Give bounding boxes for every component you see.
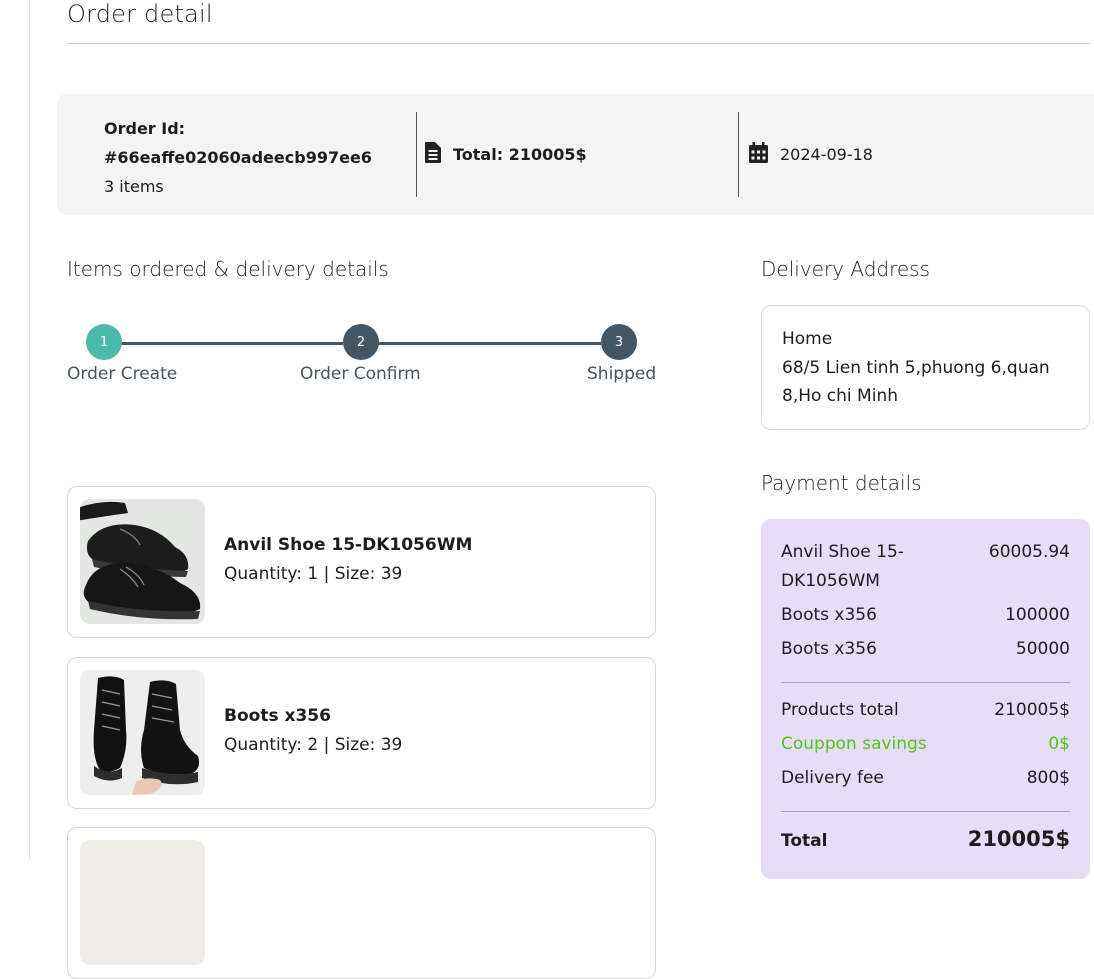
title-divider [67,43,1090,44]
step-2-circle: 2 [343,324,379,360]
products-total-row: Products total 210005$ [781,696,1070,725]
order-summary-bar: Order Id: #66eaffe02060adeecb997ee6 3 it… [57,94,1094,215]
products-total-value: 210005$ [994,700,1070,720]
payment-line-name: Boots x356 [781,639,877,659]
calendar-icon [749,142,768,167]
payment-line: Anvil Shoe 15-DK1056WM 60005.94 [781,538,1070,596]
grand-total-row: Total 210005$ [781,825,1070,856]
step-number: 3 [614,334,624,350]
page-title: Order detail [67,0,213,28]
step-number: 2 [356,334,366,350]
order-item-card[interactable]: Boots x356 Quantity: 2 | Size: 39 [67,657,656,809]
step-2-label: Order Confirm [300,364,421,384]
delivery-address-title: Delivery Address [761,257,931,281]
step-3-label: Shipped [587,364,657,384]
order-total: Total: 210005$ [453,145,587,164]
product-image [80,840,205,965]
product-name[interactable]: Anvil Shoe 15-DK1056WM [224,535,472,555]
order-date: 2024-09-18 [780,145,873,164]
address-line: 68/5 Lien tinh 5,phuong 6,quan 8,Ho chi … [782,357,1050,407]
coupon-savings-value: 0$ [1048,734,1070,754]
payment-divider [781,682,1070,683]
order-date-block: 2024-09-18 [749,142,873,167]
delivery-address-card: Home 68/5 Lien tinh 5,phuong 6,quan 8,Ho… [761,305,1090,430]
coupon-savings-row: Couppon savings 0$ [781,730,1070,759]
order-progress-stepper: 1 2 3 Order Create Order Confirm Shipped [67,322,657,392]
step-connector [378,342,601,345]
delivery-fee-label: Delivery fee [781,768,884,788]
order-id-label: Order Id: [104,119,186,138]
order-items-count: 3 items [104,177,164,196]
grand-total-value: 210005$ [967,827,1070,851]
address-label: Home [782,329,833,349]
summary-divider [738,112,739,197]
summary-divider [416,112,417,197]
payment-line: Boots x356 50000 [781,635,1070,664]
step-number: 1 [99,334,109,350]
payment-details-title: Payment details [761,471,922,495]
receipt-icon [425,142,441,167]
payment-details-card: Anvil Shoe 15-DK1056WM 60005.94 Boots x3… [761,519,1090,879]
payment-divider [781,811,1070,812]
step-connector [121,342,343,345]
coupon-savings-label: Couppon savings [781,734,927,754]
product-quantity-size: Quantity: 1 | Size: 39 [224,564,403,584]
step-1-circle: 1 [86,324,122,360]
grand-total-label: Total [781,831,828,851]
payment-line-name: Anvil Shoe 15-DK1056WM [781,542,904,591]
delivery-fee-row: Delivery fee 800$ [781,764,1070,793]
product-quantity-size: Quantity: 2 | Size: 39 [224,735,403,755]
step-3-circle: 3 [601,324,637,360]
payment-line: Boots x356 100000 [781,601,1070,630]
payment-line-amount: 100000 [1005,605,1070,625]
payment-line-amount: 60005.94 [988,542,1070,562]
payment-line-amount: 50000 [1015,639,1070,659]
payment-line-name: Boots x356 [781,605,877,625]
order-id-value: #66eaffe02060adeecb997ee6 [104,148,372,167]
product-image [80,499,205,624]
product-image [80,670,205,795]
sidebar-border [29,0,30,860]
order-item-card[interactable]: Anvil Shoe 15-DK1056WM Quantity: 1 | Siz… [67,486,656,638]
products-total-label: Products total [781,700,899,720]
order-total-block: Total: 210005$ [425,142,587,167]
product-name[interactable]: Boots x356 [224,706,331,726]
delivery-fee-value: 800$ [1026,768,1070,788]
address-text: Home 68/5 Lien tinh 5,phuong 6,quan 8,Ho… [782,325,1072,411]
step-1-label: Order Create [67,364,178,384]
order-id-block: Order Id: #66eaffe02060adeecb997ee6 3 it… [104,114,372,201]
items-section-title: Items ordered & delivery details [67,257,389,281]
order-item-card[interactable] [67,827,656,979]
